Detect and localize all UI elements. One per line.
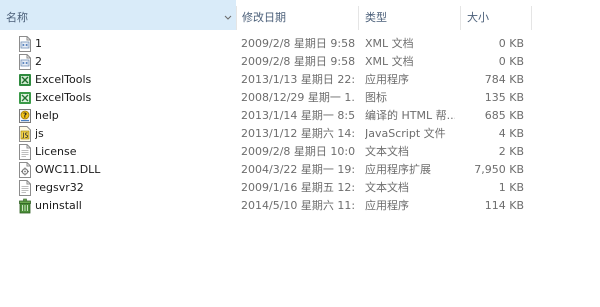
- file-name: uninstall: [35, 199, 82, 212]
- file-row[interactable]: js 2013/1/12 星期六 14:... JavaScript 文件 4 …: [0, 125, 600, 143]
- file-type: XML 文档: [365, 37, 414, 50]
- file-size: 135 KB: [484, 91, 524, 104]
- file-size: 2 KB: [498, 145, 524, 158]
- column-header-size[interactable]: 大小: [461, 0, 531, 30]
- file-size: 1 KB: [498, 181, 524, 194]
- file-date: 2009/2/8 星期日 9:58: [241, 55, 356, 68]
- xml-document-icon: [19, 54, 31, 70]
- excel-app-icon: [19, 74, 31, 86]
- file-type: 文本文档: [365, 145, 409, 158]
- file-type: 应用程序: [365, 199, 409, 212]
- file-type: 编译的 HTML 帮...: [365, 109, 455, 122]
- file-name: License: [35, 145, 77, 158]
- file-type: 应用程序扩展: [365, 163, 431, 176]
- file-date: 2013/1/14 星期一 8:55: [241, 109, 356, 122]
- column-divider[interactable]: [531, 6, 532, 30]
- file-type: 文本文档: [365, 181, 409, 194]
- column-header-type-label: 类型: [365, 11, 387, 24]
- file-row[interactable]: ExcelTools 2013/1/13 星期日 22:... 应用程序 784…: [0, 71, 600, 89]
- file-size: 0 KB: [498, 55, 524, 68]
- file-type: JavaScript 文件: [365, 127, 446, 140]
- file-row[interactable]: ? help 2013/1/14 星期一 8:55 编译的 HTML 帮... …: [0, 107, 600, 125]
- file-date: 2009/2/8 星期日 10:05: [241, 145, 356, 158]
- file-name: 1: [35, 37, 42, 50]
- file-date: 2009/2/8 星期日 9:58: [241, 37, 356, 50]
- file-size: 114 KB: [484, 199, 524, 212]
- file-date: 2013/1/13 星期日 22:...: [241, 73, 356, 86]
- file-size: 4 KB: [498, 127, 524, 140]
- file-size: 7,950 KB: [474, 163, 524, 176]
- file-name: 2: [35, 55, 42, 68]
- file-date: 2004/3/22 星期一 19:...: [241, 163, 356, 176]
- file-type: XML 文档: [365, 55, 414, 68]
- chevron-down-icon[interactable]: [224, 15, 232, 21]
- file-row[interactable]: OWC11.DLL 2004/3/22 星期一 19:... 应用程序扩展 7,…: [0, 161, 600, 179]
- file-row[interactable]: 1 2009/2/8 星期日 9:58 XML 文档 0 KB: [0, 35, 600, 53]
- file-name: regsvr32: [35, 181, 84, 194]
- file-list: 1 2009/2/8 星期日 9:58 XML 文档 0 KB 2 2009/2…: [0, 35, 600, 215]
- file-type: 应用程序: [365, 73, 409, 86]
- column-header-date-label: 修改日期: [242, 11, 286, 24]
- column-header-size-label: 大小: [467, 11, 489, 24]
- file-name: help: [35, 109, 59, 122]
- file-type: 图标: [365, 91, 387, 104]
- javascript-file-icon: [19, 126, 31, 142]
- file-date: 2013/1/12 星期六 14:...: [241, 127, 356, 140]
- dll-file-icon: [19, 162, 31, 178]
- column-header-bar: 名称 修改日期 类型 大小: [0, 0, 600, 30]
- file-name: OWC11.DLL: [35, 163, 101, 176]
- column-header-name-label: 名称: [6, 11, 28, 24]
- column-header-date[interactable]: 修改日期: [236, 0, 358, 30]
- file-row[interactable]: License 2009/2/8 星期日 10:05 文本文档 2 KB: [0, 143, 600, 161]
- text-file-icon: [19, 180, 31, 196]
- file-size: 784 KB: [484, 73, 524, 86]
- file-name: ExcelTools: [35, 91, 92, 104]
- file-date: 2009/1/16 星期五 12:...: [241, 181, 356, 194]
- file-row[interactable]: uninstall 2014/5/10 星期六 11:... 应用程序 114 …: [0, 197, 600, 215]
- file-size: 0 KB: [498, 37, 524, 50]
- column-header-type[interactable]: 类型: [359, 0, 460, 30]
- help-file-icon: ?: [19, 109, 31, 123]
- file-name: js: [35, 127, 44, 140]
- file-row[interactable]: regsvr32 2009/1/16 星期五 12:... 文本文档 1 KB: [0, 179, 600, 197]
- file-date: 2014/5/10 星期六 11:...: [241, 199, 356, 212]
- excel-icon-file-icon: [19, 92, 31, 104]
- svg-text:?: ?: [23, 112, 27, 120]
- file-size: 685 KB: [484, 109, 524, 122]
- text-file-icon: [19, 144, 31, 160]
- xml-document-icon: [19, 36, 31, 52]
- file-date: 2008/12/29 星期一 1...: [241, 91, 356, 104]
- file-row[interactable]: 2 2009/2/8 星期日 9:58 XML 文档 0 KB: [0, 53, 600, 71]
- uninstall-app-icon: [19, 198, 31, 214]
- file-row[interactable]: ExcelTools 2008/12/29 星期一 1... 图标 135 KB: [0, 89, 600, 107]
- file-name: ExcelTools: [35, 73, 92, 86]
- column-header-name[interactable]: 名称: [0, 0, 236, 30]
